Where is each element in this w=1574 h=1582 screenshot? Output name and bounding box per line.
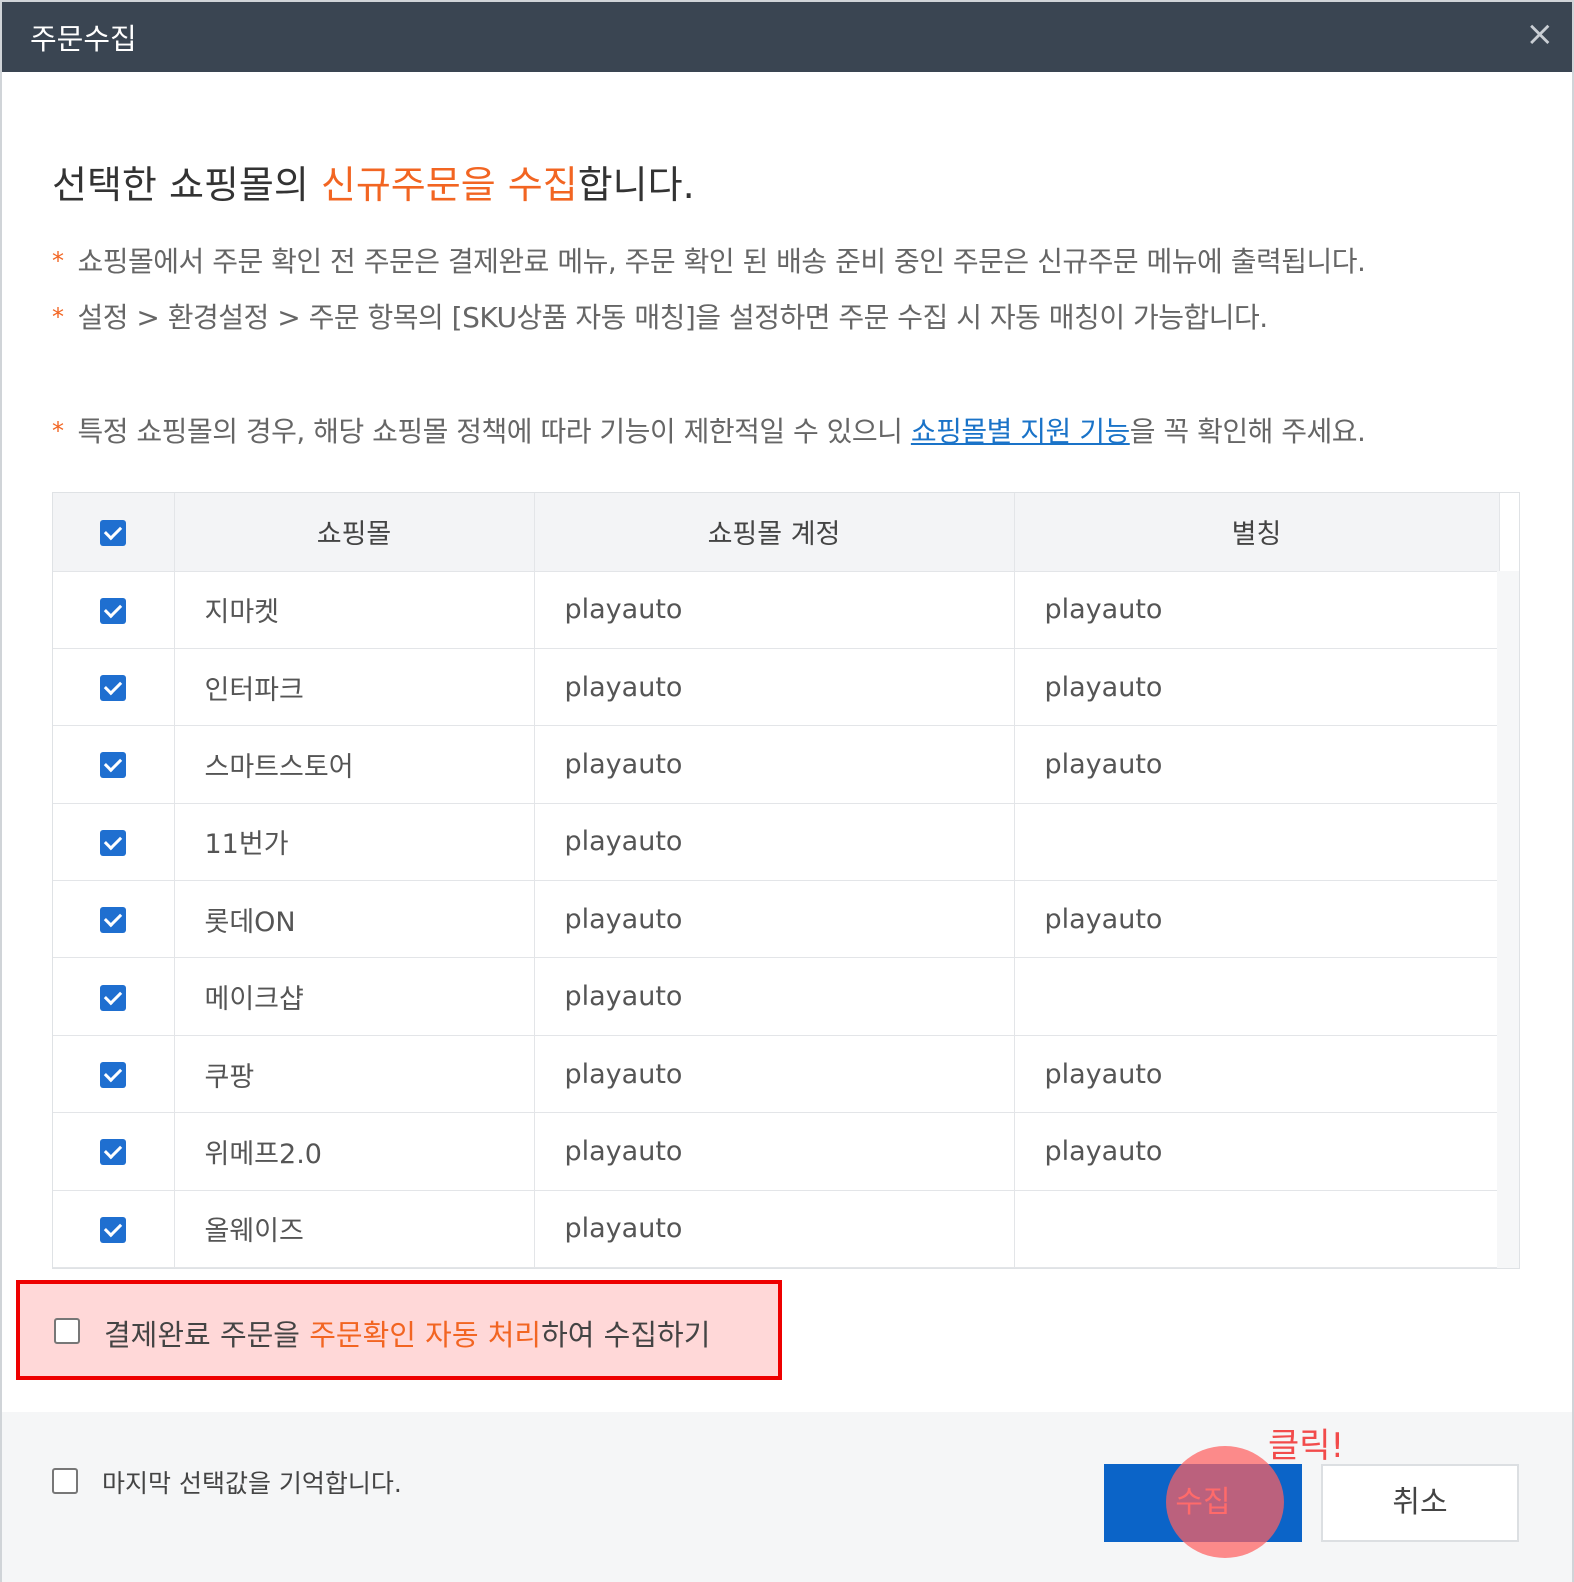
remember-checkbox[interactable] <box>52 1468 78 1494</box>
header-checkbox-cell <box>53 493 175 572</box>
cell-account: playauto <box>534 725 1015 804</box>
cell-alias <box>1014 1190 1500 1268</box>
cell-mall: 위메프2.0 <box>174 1112 535 1191</box>
auto-confirm-suffix: 하여 수집하기 <box>541 1318 711 1352</box>
cell-mall: 지마켓 <box>174 571 535 649</box>
row-checkbox[interactable] <box>100 1139 127 1166</box>
note-text: 쇼핑몰에서 주문 확인 전 주문은 결제완료 메뉴, 주문 확인 된 배송 준비… <box>77 245 1366 278</box>
cell-mall: 쿠팡 <box>174 1035 535 1114</box>
note-order-menu: * 쇼핑몰에서 주문 확인 전 주문은 결제완료 메뉴, 주문 확인 된 배송 준… <box>52 240 1366 280</box>
table-row: 롯데ON playauto playauto <box>53 880 1500 959</box>
auto-confirm-checkbox[interactable] <box>54 1318 80 1344</box>
cell-mall: 올웨이즈 <box>174 1190 535 1268</box>
cancel-button[interactable]: 취소 <box>1321 1464 1519 1542</box>
row-checkbox[interactable] <box>100 597 127 624</box>
cell-account: playauto <box>534 1190 1015 1268</box>
note-text: 특정 쇼핑몰의 경우, 해당 쇼핑몰 정책에 따라 기능이 제한적일 수 있으니 <box>77 415 911 448</box>
note-text: 을 꼭 확인해 주세요. <box>1129 415 1366 448</box>
header-mall: 쇼핑몰 <box>174 493 535 572</box>
table-row: 위메프2.0 playauto playauto <box>53 1112 1500 1191</box>
headline-highlight: 신규주문을 수집 <box>320 163 578 207</box>
row-checkbox[interactable] <box>100 829 127 856</box>
cell-mall: 11번가 <box>174 803 535 882</box>
auto-confirm-highlight: 주문확인 자동 처리 <box>309 1318 542 1352</box>
table-scrollbar[interactable] <box>1497 571 1519 1268</box>
cell-alias: playauto <box>1014 571 1500 649</box>
table-row: 인터파크 playauto playauto <box>53 648 1500 727</box>
cell-alias: playauto <box>1014 725 1500 804</box>
select-all-checkbox[interactable] <box>100 519 127 546</box>
row-checkbox[interactable] <box>100 1216 127 1243</box>
auto-confirm-prefix: 결제완료 주문을 <box>104 1318 310 1352</box>
table-header-row: 쇼핑몰 쇼핑몰 계정 별칭 <box>53 493 1500 572</box>
cell-account: playauto <box>534 957 1015 1036</box>
auto-confirm-option[interactable]: 결제완료 주문을 주문확인 자동 처리하여 수집하기 <box>16 1280 782 1380</box>
collect-button-label: 수집 <box>1175 1485 1231 1520</box>
cell-mall: 스마트스토어 <box>174 725 535 804</box>
note-sku-matching: * 설정 > 환경설정 > 주문 항목의 [SKU상품 자동 매칭]을 설정하면 … <box>52 296 1268 336</box>
row-checkbox[interactable] <box>100 675 127 702</box>
cell-mall: 인터파크 <box>174 648 535 727</box>
cell-account: playauto <box>534 571 1015 649</box>
note-text: 설정 > 환경설정 > 주문 항목의 [SKU상품 자동 매칭]을 설정하면 주… <box>77 301 1269 334</box>
close-icon[interactable]: × <box>1526 14 1555 54</box>
headline-suffix: 합니다. <box>577 163 695 207</box>
cell-mall: 롯데ON <box>174 880 535 959</box>
auto-confirm-label: 결제완료 주문을 주문확인 자동 처리하여 수집하기 <box>104 1312 710 1354</box>
asterisk-icon: * <box>52 417 64 445</box>
cell-account: playauto <box>534 1112 1015 1191</box>
cell-account: playauto <box>534 880 1015 959</box>
header-account: 쇼핑몰 계정 <box>534 493 1015 572</box>
mall-support-link[interactable]: 쇼핑몰별 지원 기능 <box>911 415 1130 448</box>
table-row: 지마켓 playauto playauto <box>53 571 1500 649</box>
row-checkbox[interactable] <box>100 907 127 934</box>
mall-table: 쇼핑몰 쇼핑몰 계정 별칭 지마켓 playauto playauto 인터파크… <box>52 492 1520 1269</box>
table-row: 쿠팡 playauto playauto <box>53 1035 1500 1114</box>
cell-alias: playauto <box>1014 880 1500 959</box>
headline: 선택한 쇼핑몰의 신규주문을 수집합니다. <box>52 154 695 209</box>
headline-prefix: 선택한 쇼핑몰의 <box>52 163 321 207</box>
remember-label: 마지막 선택값을 기억합니다. <box>102 1469 402 1498</box>
table-row: 11번가 playauto <box>53 803 1500 882</box>
table-row: 메이크샵 playauto <box>53 957 1500 1036</box>
click-annotation: 클릭! <box>1268 1426 1345 1466</box>
table-row: 올웨이즈 playauto <box>53 1190 1500 1268</box>
order-collect-dialog: 주문수집 × 선택한 쇼핑몰의 신규주문을 수집합니다. * 쇼핑몰에서 주문 확… <box>0 0 1574 1582</box>
asterisk-icon: * <box>52 247 64 275</box>
table-row: 스마트스토어 playauto playauto <box>53 725 1500 804</box>
row-checkbox[interactable] <box>100 984 127 1011</box>
row-checkbox[interactable] <box>100 752 127 779</box>
cell-alias: playauto <box>1014 648 1500 727</box>
cell-alias <box>1014 957 1500 1036</box>
asterisk-icon: * <box>52 303 64 331</box>
row-checkbox[interactable] <box>100 1062 127 1089</box>
cell-alias: playauto <box>1014 1035 1500 1114</box>
cell-alias <box>1014 803 1500 882</box>
header-alias: 별칭 <box>1014 493 1500 572</box>
cell-account: playauto <box>534 803 1015 882</box>
note-mall-policy: * 특정 쇼핑몰의 경우, 해당 쇼핑몰 정책에 따라 기능이 제한적일 수 있으… <box>52 410 1366 450</box>
cell-alias: playauto <box>1014 1112 1500 1191</box>
dialog-titlebar: 주문수집 × <box>2 2 1572 72</box>
dialog-title: 주문수집 <box>30 22 137 56</box>
cell-mall: 메이크샵 <box>174 957 535 1036</box>
cell-account: playauto <box>534 1035 1015 1114</box>
cell-account: playauto <box>534 648 1015 727</box>
